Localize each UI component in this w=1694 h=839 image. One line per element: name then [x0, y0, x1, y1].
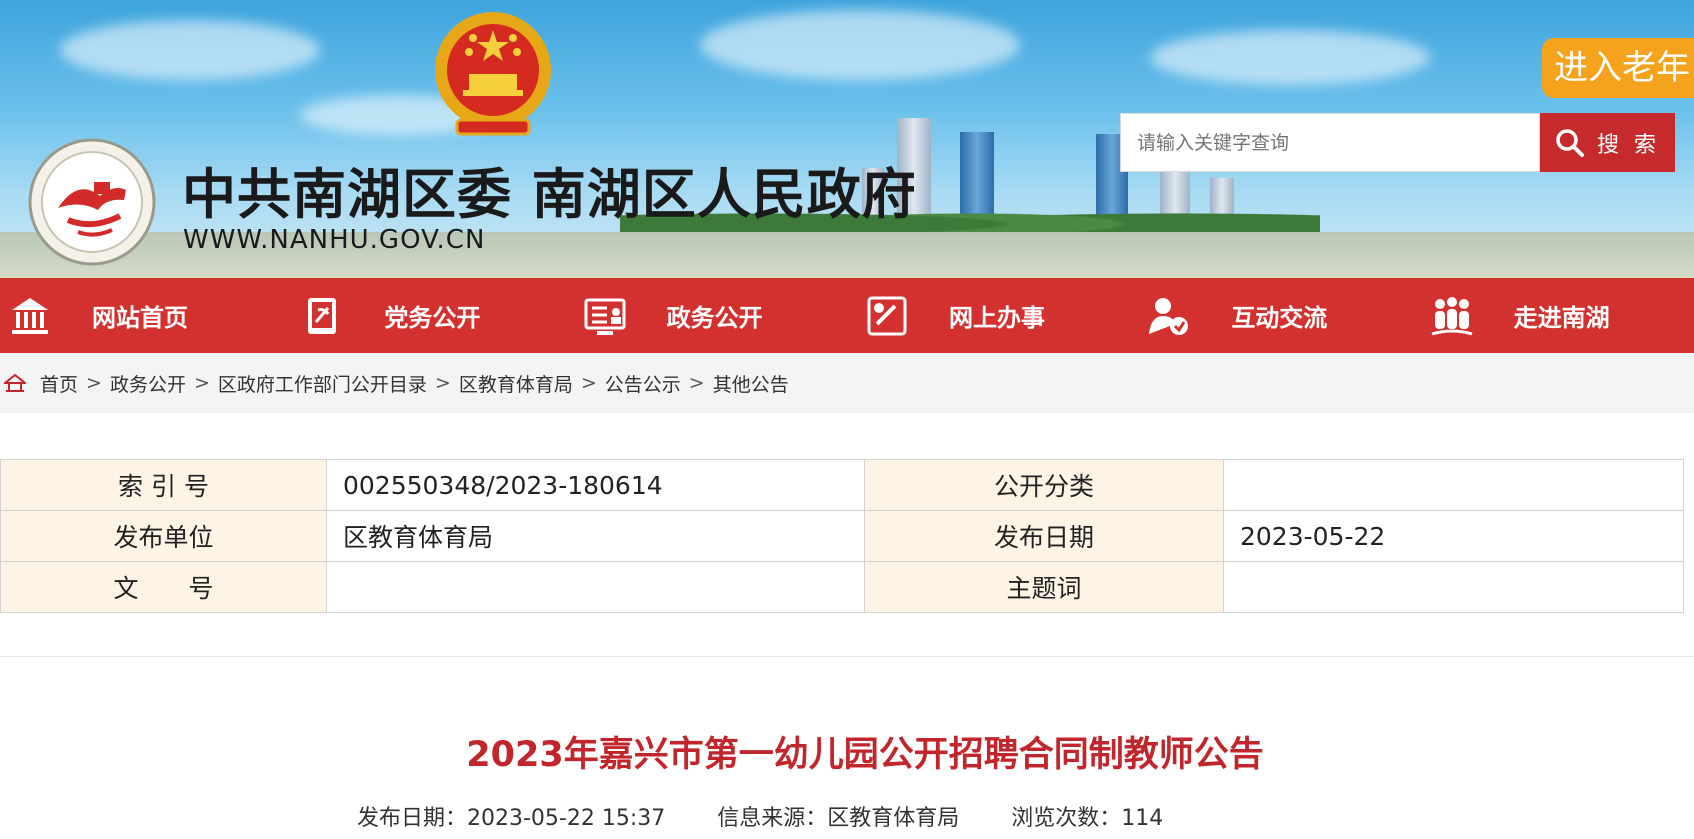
breadcrumb-link-gov[interactable]: 政务公开 [110, 370, 186, 397]
online-service-icon [867, 296, 907, 335]
breadcrumb-link-other[interactable]: 其他公告 [713, 370, 789, 397]
keyword-label: 主题词 [864, 561, 1224, 613]
nav-item-interaction[interactable]: 互动交流 [1129, 278, 1411, 353]
nav-item-label: 网站首页 [92, 304, 188, 332]
publisher-label: 发布单位 [0, 510, 327, 562]
nav-item-label: 走进南湖 [1513, 304, 1610, 332]
breadcrumb-link-home[interactable]: 首页 [40, 370, 78, 397]
table-row: 索 引 号 002550348/2023-180614 公开分类 [0, 459, 1684, 511]
cloud [700, 10, 1020, 80]
docno-value [326, 561, 865, 613]
date-value: 2023-05-22 [1223, 510, 1684, 562]
breadcrumb-separator: > [193, 372, 210, 394]
article-info: 发布日期：2023-05-22 15:37 信息来源：区教育体育局 浏览次数：1… [357, 800, 1163, 832]
search-icon [1556, 128, 1584, 157]
breadcrumb-separator: > [688, 372, 705, 394]
nav-item-gov[interactable]: 政务公开 [565, 278, 847, 353]
document-meta-table: 索 引 号 002550348/2023-180614 公开分类 发布单位 区教… [0, 459, 1684, 613]
nav-item-label: 网上办事 [948, 304, 1045, 332]
nav-item-home[interactable]: 网站首页 [0, 278, 282, 353]
category-value [1223, 459, 1684, 511]
nanhu-seal-logo [28, 138, 156, 266]
breadcrumb-separator: > [434, 372, 451, 394]
breadcrumb-home-icon [4, 373, 26, 392]
breadcrumb-link-notices[interactable]: 公告公示 [605, 370, 681, 397]
search-input[interactable] [1121, 114, 1539, 171]
home-icon [12, 297, 48, 334]
cloud [60, 20, 320, 80]
category-label: 公开分类 [864, 459, 1224, 511]
national-emblem [435, 12, 551, 136]
nav-item-label: 互动交流 [1231, 304, 1328, 332]
gov-info-icon [584, 298, 626, 335]
nav-item-label: 政务公开 [666, 304, 763, 332]
nav-item-online[interactable]: 网上办事 [847, 278, 1129, 353]
breadcrumb-separator: > [580, 372, 597, 394]
interaction-icon [1149, 297, 1189, 335]
nav-item-label: 党务公开 [384, 304, 481, 332]
elder-mode-button[interactable]: 进入老年 [1542, 38, 1694, 98]
docno-label: 文 号 [0, 561, 327, 613]
party-icon [308, 297, 337, 334]
article-source: 信息来源：区教育体育局 [717, 806, 960, 831]
search-button[interactable]: 搜 索 [1540, 113, 1675, 172]
nav-item-party[interactable]: 党务公开 [282, 278, 564, 353]
search-box [1120, 113, 1540, 172]
divider [0, 656, 1694, 657]
index-value: 002550348/2023-180614 [326, 459, 865, 511]
breadcrumb: 首页 > 政务公开 > 区政府工作部门公开目录 > 区教育体育局 > 公告公示 … [0, 353, 1694, 413]
breadcrumb-link-bureau[interactable]: 区教育体育局 [459, 370, 573, 397]
people-icon [1431, 296, 1473, 335]
publisher-value: 区教育体育局 [326, 510, 865, 562]
keyword-value [1223, 561, 1684, 613]
table-row: 文 号 主题词 [0, 561, 1684, 613]
article-title: 2023年嘉兴市第一幼儿园公开招聘合同制教师公告 [466, 735, 1264, 775]
breadcrumb-separator: > [86, 372, 102, 394]
article-views: 浏览次数：114 [1011, 806, 1164, 831]
cloud [1150, 30, 1430, 85]
search-button-label: 搜 索 [1597, 132, 1660, 158]
date-label: 发布日期 [864, 510, 1224, 562]
main-nav: 网站首页 党务公开 政务公开 网上办事 互动交流 走进南湖 [0, 278, 1694, 353]
index-label: 索 引 号 [0, 459, 327, 511]
table-row: 发布单位 区教育体育局 发布日期 2023-05-22 [0, 510, 1684, 562]
article-publish-date: 发布日期：2023-05-22 15:37 [357, 806, 666, 831]
breadcrumb-link-catalog[interactable]: 区政府工作部门公开目录 [218, 370, 427, 397]
nav-item-about[interactable]: 走进南湖 [1412, 278, 1694, 353]
site-title: 中共南湖区委 南湖区人民政府 [182, 162, 917, 226]
site-url: WWW.NANHU.GOV.CN [183, 225, 486, 255]
